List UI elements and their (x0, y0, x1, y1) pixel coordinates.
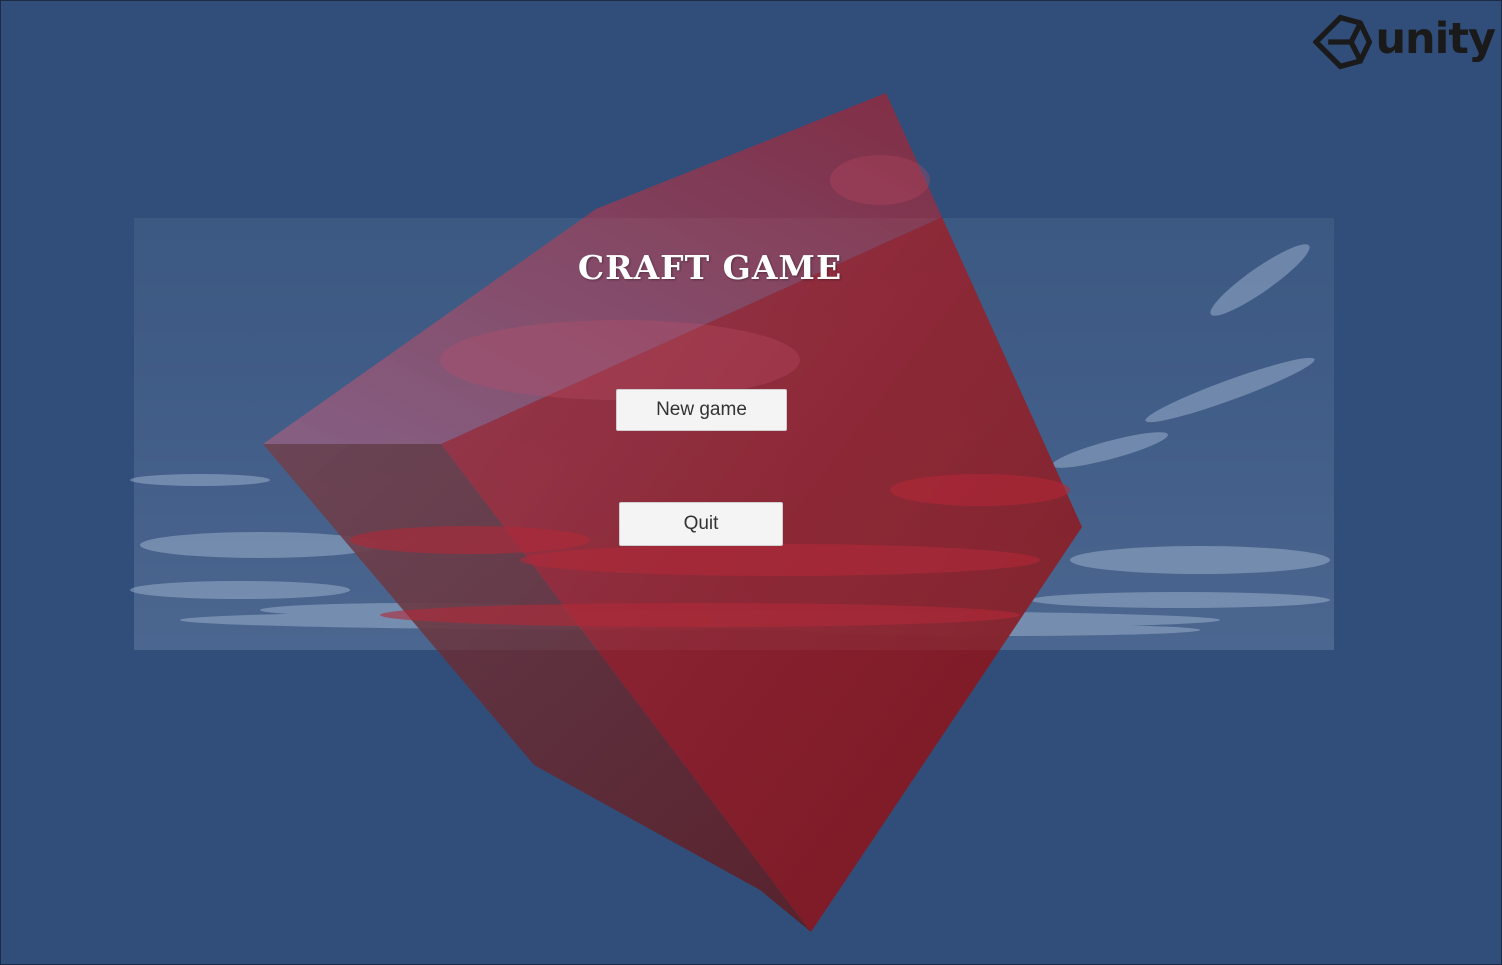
unity-logo-text: unity (1375, 14, 1496, 64)
game-title: CRAFT GAME (577, 248, 843, 287)
new-game-button[interactable]: New game (616, 389, 787, 431)
unity-cube-icon (1313, 14, 1373, 70)
unity-logo: unity (1313, 8, 1496, 76)
quit-button[interactable]: Quit (619, 502, 783, 546)
